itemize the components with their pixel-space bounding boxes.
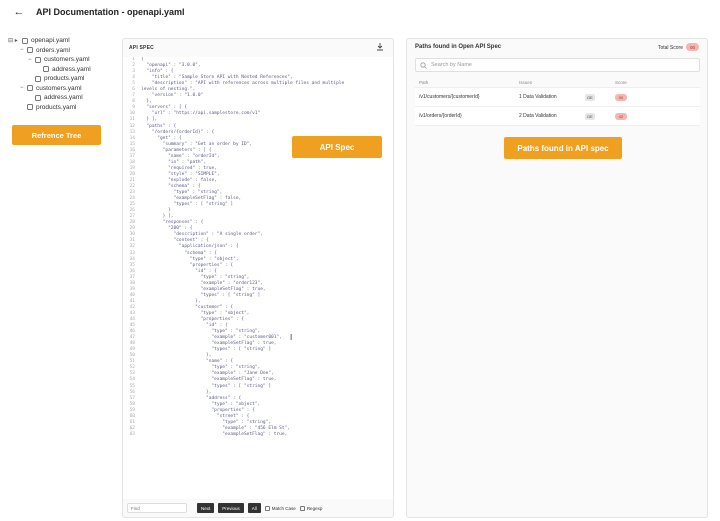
match-case-label: Match Case [271,505,296,511]
paths-panel: Paths found in Open API Spec Total Score… [406,38,708,518]
collapse-icon[interactable]: − [28,57,35,63]
collapse-icon[interactable]: ⊟ ▸ [8,37,22,44]
tree-item[interactable]: − customers.yaml [8,55,120,65]
tree-item[interactable]: − customers.yaml [8,84,120,94]
code-editor[interactable]: 1{2 "openapi" : "3.0.0", 3 "info" : {4 "t… [123,57,393,499]
tree-item-label: products.yaml [36,103,77,111]
file-icon [27,85,33,92]
method-badge: GE [585,93,595,101]
issues-cell: 2 Data Validation [519,113,557,119]
method-badge: GE [585,112,595,120]
column-header: Score [615,80,627,85]
api-spec-header: API SPEC [123,39,393,56]
arrow-left-icon[interactable]: ← [12,5,26,19]
download-icon[interactable] [375,42,385,52]
tree-item-label: customers.yaml [36,84,82,92]
table-row[interactable]: /v1/customers/{customerId} 1 Data Valida… [415,88,700,107]
checkbox-icon[interactable] [299,505,305,511]
all-button[interactable]: All [247,503,261,513]
api-spec-title: API SPEC [129,44,154,51]
total-score-label: Total Score [657,45,683,51]
search-icon [420,61,427,69]
file-icon [43,66,49,73]
score-badge: 42 [615,112,627,120]
top-bar: ← API Documentation - openapi.yaml [0,0,720,26]
tree-item-label: orders.yaml [36,46,70,54]
total-score-badge: 00 [686,43,699,51]
score-badge: 00 [615,93,627,101]
regexp-toggle[interactable]: Regexp [299,505,323,511]
code-text: "url" : "https://api.samplestore.com/v1" [141,111,261,117]
next-button[interactable]: Next [197,503,215,513]
api-spec-panel: API SPEC 1{2 "openapi" : "3.0.0", 3 "info… [122,38,394,518]
file-icon [35,56,41,63]
paths-table: Path Issues Score /v1/customers/{custome… [415,78,700,126]
path-cell: /v1/orders/{orderId} [419,113,462,119]
tree-item-label: products.yaml [44,75,85,83]
code-line: 63 "exampleSetFlag" : true, [123,432,393,438]
tree-item[interactable]: address.yaml [8,65,120,75]
search-placeholder: Search by Name [431,62,472,68]
tree-item[interactable]: − orders.yaml [8,46,120,56]
collapse-icon[interactable]: − [20,47,27,53]
tree-item-label: address.yaml [52,65,91,73]
file-icon [27,47,33,54]
column-header: Issues [519,80,533,85]
line-number: 63 [129,431,135,437]
code-text: "exampleSetFlag" : true, [141,431,288,437]
page-title: API Documentation - openapi.yaml [36,7,185,17]
table-row[interactable]: /v1/orders/{orderId} 2 Data Validation G… [415,107,700,126]
column-header: Path [419,80,429,85]
text-cursor-icon: I [290,333,293,342]
tree-item[interactable]: products.yaml [8,74,120,84]
tree-item-label: customers.yaml [44,56,90,64]
regexp-label: Regexp [306,505,323,511]
tree-item-label: openapi.yaml [31,37,70,45]
find-bar: Next Previous All Match Case Regexp [123,502,393,514]
path-cell: /v1/customers/{customerId} [419,94,480,100]
collapse-icon[interactable]: − [20,85,27,91]
reference-tree: ⊟ ▸ openapi.yaml − orders.yaml − custome… [8,36,120,112]
checkbox-icon[interactable] [264,505,270,511]
paths-header: Paths found in Open API Spec Total Score… [407,39,707,55]
tree-item[interactable]: products.yaml [8,103,120,113]
reference-tree-tag: Refrence Tree [12,125,101,145]
find-input[interactable] [127,503,187,513]
paths-tag: Paths found in API spec [504,137,622,159]
tree-item[interactable]: ⊟ ▸ openapi.yaml [8,36,120,46]
match-case-toggle[interactable]: Match Case [264,505,296,511]
tree-item-label: address.yaml [44,94,83,102]
issues-cell: 1 Data Validation [519,94,557,100]
paths-title: Paths found in Open API Spec [415,44,502,50]
table-header: Path Issues Score [415,78,700,88]
file-icon [22,37,28,44]
api-spec-tag: API Spec [292,136,382,158]
file-icon [35,75,41,82]
previous-button[interactable]: Previous [218,503,244,513]
path-search[interactable]: Search by Name [415,58,700,72]
file-icon [27,104,33,111]
file-icon [35,94,41,101]
tree-item[interactable]: address.yaml [8,93,120,103]
